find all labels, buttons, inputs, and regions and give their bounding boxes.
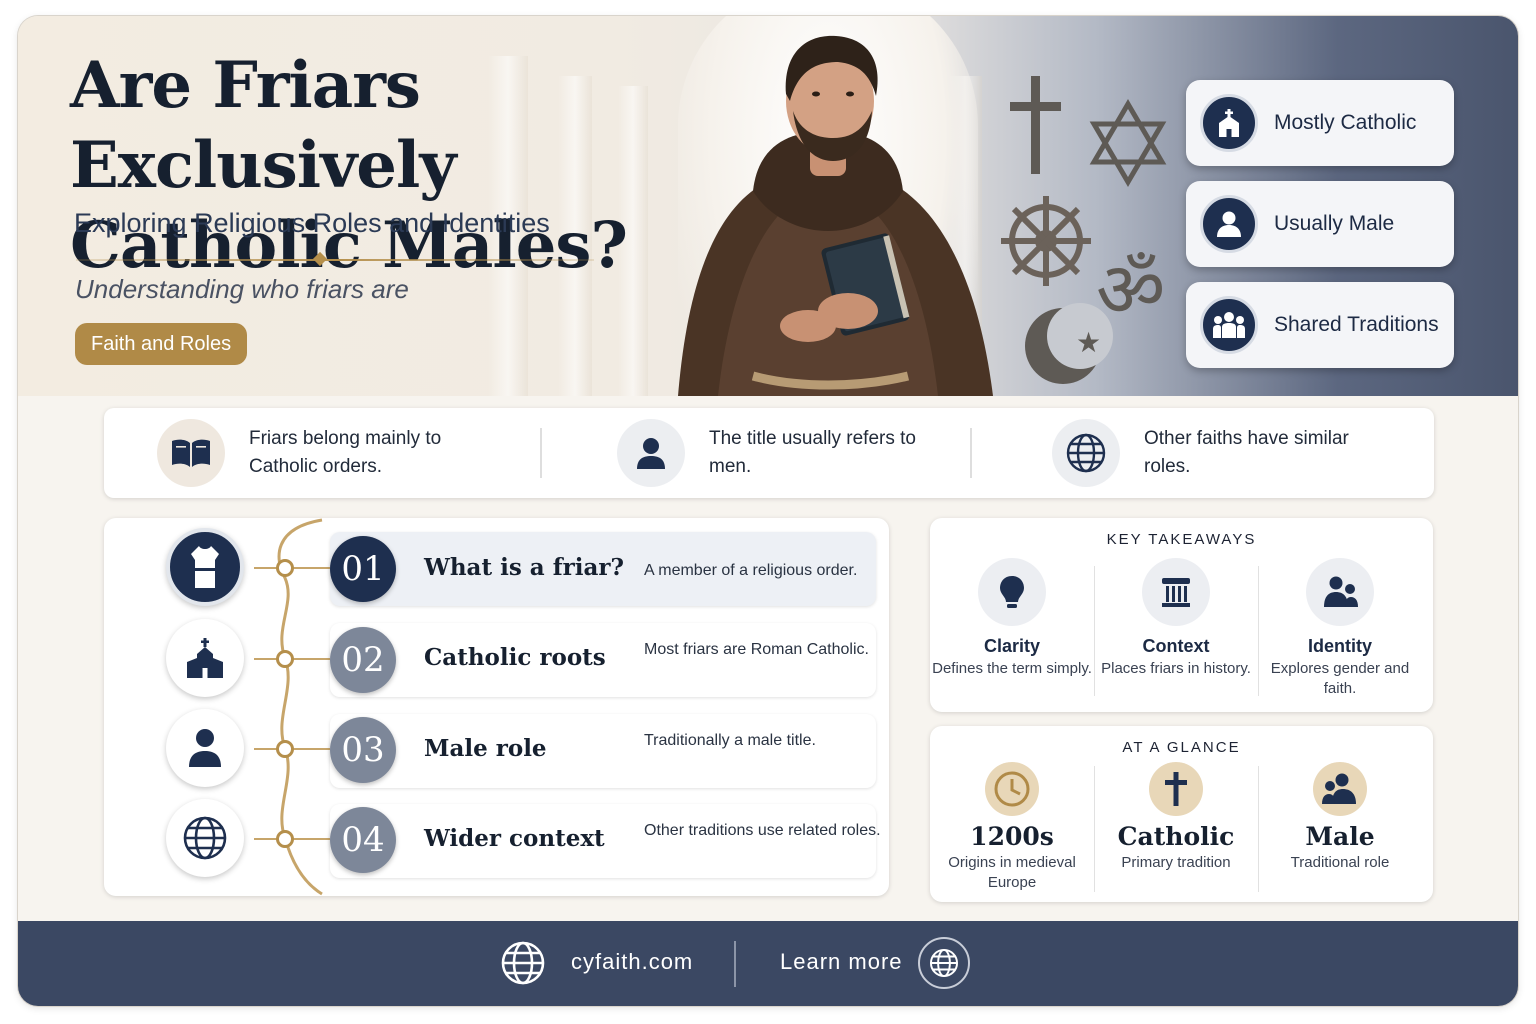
people-icon	[1313, 762, 1367, 816]
footer-learn-more-link[interactable]: Learn more	[780, 949, 903, 975]
book-icon	[157, 419, 225, 487]
strip-text: The title usually refers to men.	[709, 428, 916, 477]
lightbulb-icon	[978, 558, 1046, 626]
takeaway-desc: Places friars in history.	[1101, 660, 1251, 677]
globe-icon	[499, 939, 547, 987]
group-icon	[1200, 296, 1258, 354]
hero-banner: Are Friars Exclusively Catholic Males? E…	[18, 16, 1518, 396]
church-icon	[1200, 94, 1258, 152]
friar-illustration	[678, 35, 993, 396]
timeline-dot	[276, 740, 294, 758]
badge-label: Mostly Catholic	[1274, 111, 1417, 134]
footer-site-link[interactable]: cyfaith.com	[571, 949, 693, 975]
glance-value: Catholic	[1117, 822, 1235, 851]
strip-item-other-faiths: Other faiths have similar roles.	[1052, 408, 1374, 498]
takeaway-title: Context	[1142, 636, 1210, 656]
latin-cross-icon	[1010, 76, 1061, 174]
takeaway-clarity: Clarity Defines the term simply.	[930, 558, 1094, 679]
strip-text: Friars belong mainly to Catholic orders.	[249, 428, 442, 477]
strip-text: Other faiths have similar roles.	[1144, 428, 1349, 477]
glance-origins: 1200s Origins in medieval Europe	[930, 762, 1094, 893]
column-icon	[1142, 558, 1210, 626]
timeline-number: 02	[330, 627, 396, 693]
timeline-number: 04	[330, 807, 396, 873]
takeaway-title: Identity	[1307, 636, 1372, 656]
glance-tradition: Catholic Primary tradition	[1094, 762, 1258, 873]
takeaway-title: Clarity	[983, 636, 1041, 656]
timeline-number: 01	[330, 536, 396, 602]
globe-icon	[166, 799, 244, 877]
strip-separator	[540, 428, 542, 478]
badge-usually-male[interactable]: Usually Male	[1186, 181, 1454, 267]
strip-separator	[970, 428, 972, 478]
person-icon	[617, 419, 685, 487]
infographic-card: Are Friars Exclusively Catholic Males? E…	[18, 16, 1518, 1006]
key-takeaways-panel: KEY TAKEAWAYS Clarity Defines the term s…	[930, 518, 1433, 712]
person-icon	[1200, 195, 1258, 253]
takeaway-desc: Defines the term simply.	[932, 660, 1092, 677]
people-icon	[1306, 558, 1374, 626]
footer-bar: cyfaith.com Learn more	[18, 921, 1518, 1006]
takeaway-context: Context Places friars in history.	[1094, 558, 1258, 679]
timeline-number: 03	[330, 717, 396, 783]
timeline-desc: A member of a religious order.	[644, 562, 858, 579]
badge-label: Shared Traditions	[1274, 313, 1439, 336]
person-icon	[166, 709, 244, 787]
glance-value: 1200s	[970, 822, 1054, 851]
timeline-dot	[276, 650, 294, 668]
badge-label: Usually Male	[1274, 212, 1395, 235]
tagline: Understanding who friars are	[75, 274, 409, 304]
star-of-david-icon	[1089, 99, 1167, 187]
takeaways-title: KEY TAKEAWAYS	[1106, 531, 1257, 548]
info-strip: Friars belong mainly to Catholic orders.…	[104, 408, 1434, 498]
glance-role: Male Traditional role	[1258, 762, 1422, 873]
timeline-title: Male role	[424, 735, 547, 762]
page-subtitle: Exploring Religious Roles and Identities	[74, 208, 550, 238]
takeaway-identity: Identity Explores gender and faith.	[1258, 558, 1422, 699]
timeline-desc: Other traditions use related roles.	[644, 822, 881, 839]
glance-desc: Origins in medieval Europe	[948, 854, 1076, 891]
glance-value: Male	[1305, 822, 1375, 851]
svg-text:★: ★	[1076, 326, 1101, 359]
badge-mostly-catholic[interactable]: Mostly Catholic	[1186, 80, 1454, 166]
timeline-dot	[276, 559, 294, 577]
badge-shared-traditions[interactable]: Shared Traditions	[1186, 282, 1454, 368]
timeline-desc: Most friars are Roman Catholic.	[644, 641, 869, 658]
glance-desc: Primary tradition	[1121, 854, 1231, 871]
timeline-title: Wider context	[424, 825, 605, 852]
globe-icon	[1052, 419, 1120, 487]
clock-icon	[985, 762, 1039, 816]
timeline-desc: Traditionally a male title.	[644, 732, 816, 749]
dharma-wheel-icon	[1001, 196, 1091, 286]
category-pill[interactable]: Faith and Roles	[75, 323, 248, 365]
timeline-dot	[276, 830, 294, 848]
at-a-glance-panel: AT A GLANCE 1200s Origins in medieval Eu…	[930, 726, 1433, 902]
strip-item-catholic-orders: Friars belong mainly to Catholic orders.	[157, 408, 479, 498]
crescent-star-icon: ★	[1025, 303, 1113, 384]
takeaway-desc: Explores gender and faith.	[1270, 660, 1410, 697]
page-title: Are Friars Exclusively Catholic Males?	[70, 48, 628, 283]
religious-symbols: ॐ ★	[1001, 76, 1167, 384]
timeline-panel: 01 What is a friar? A member of a religi…	[104, 518, 889, 896]
gold-divider	[76, 259, 594, 261]
robe-icon	[166, 528, 244, 606]
learn-more-globe-button[interactable]	[918, 937, 970, 989]
timeline-title: Catholic roots	[424, 644, 606, 671]
cross-icon	[1149, 762, 1203, 816]
strip-item-refers-to-men: The title usually refers to men.	[617, 408, 939, 498]
timeline-title: What is a friar?	[424, 554, 624, 581]
footer-separator	[734, 941, 736, 987]
glance-desc: Traditional role	[1290, 854, 1390, 871]
church-icon	[166, 619, 244, 697]
glance-title: AT A GLANCE	[1122, 739, 1241, 756]
